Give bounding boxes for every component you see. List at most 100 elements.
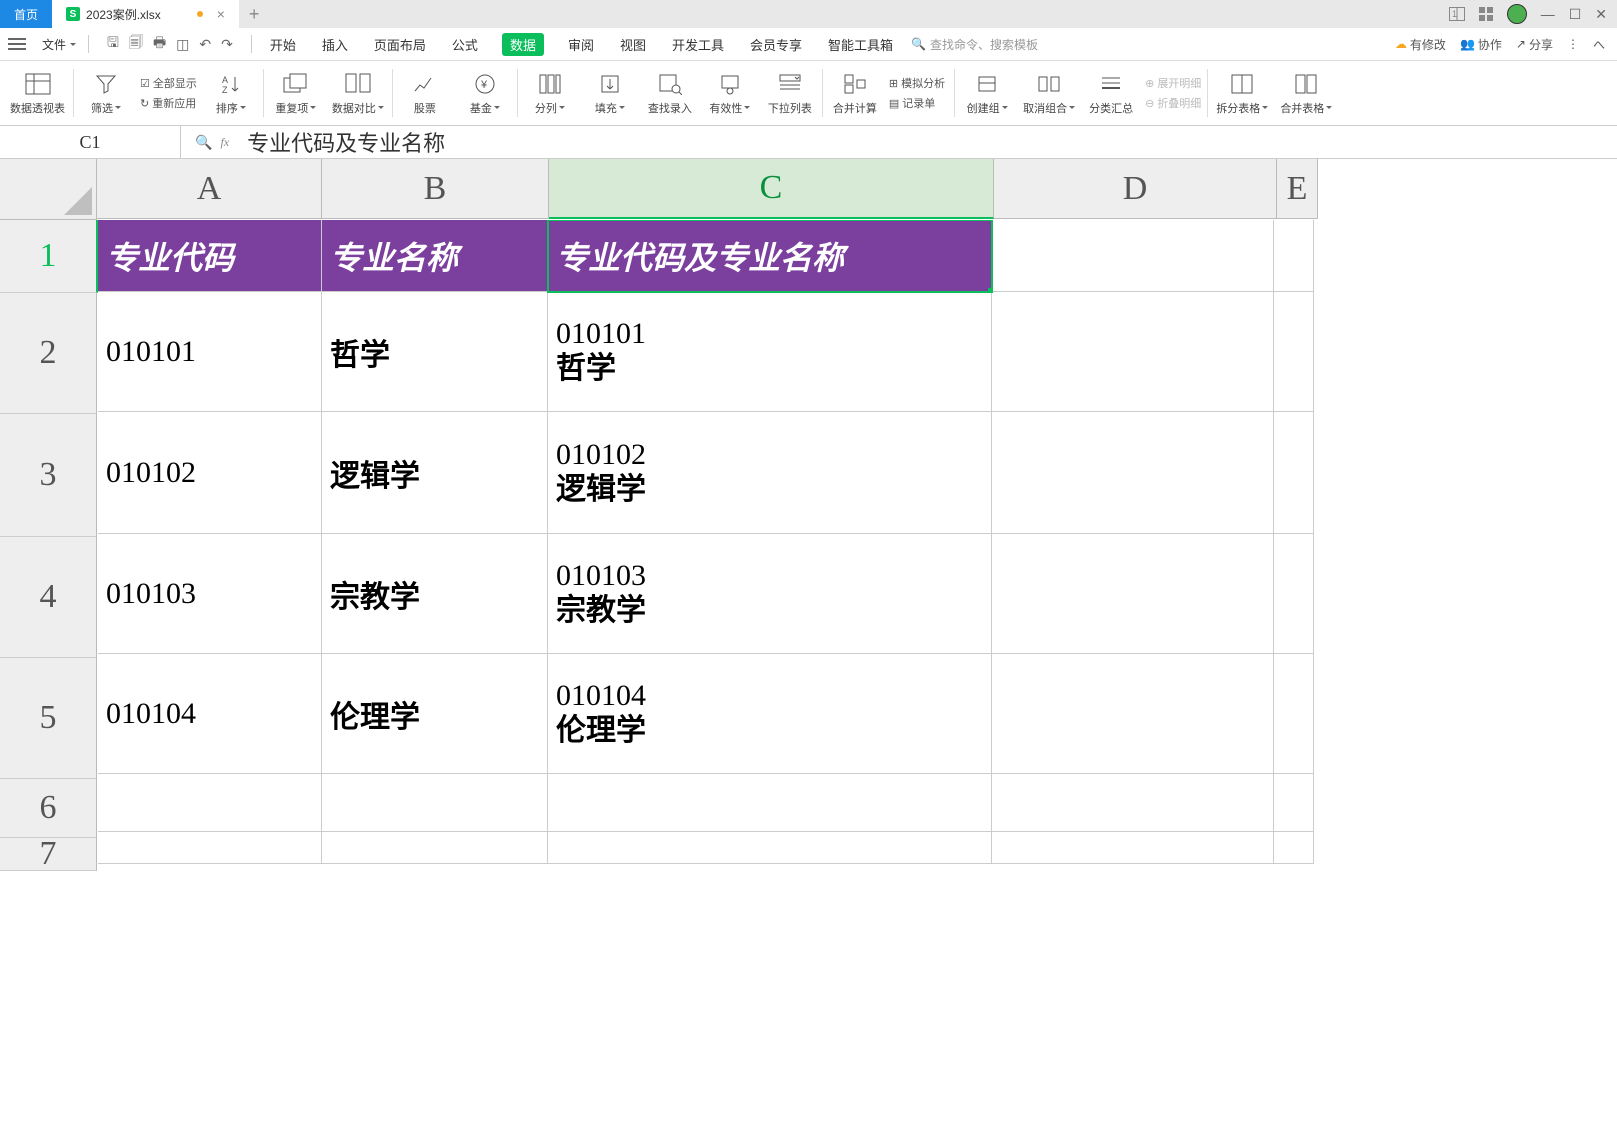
stock-button[interactable]: 股票 xyxy=(395,63,455,123)
cell-B3[interactable]: 逻辑学 xyxy=(322,412,548,534)
row-header-5[interactable]: 5 xyxy=(0,658,97,779)
column-header-A[interactable]: A xyxy=(97,159,322,219)
layout-icon[interactable]: 1 xyxy=(1449,7,1465,21)
subtotal-button[interactable]: 分类汇总 xyxy=(1081,63,1141,123)
cell-D3[interactable] xyxy=(992,412,1274,534)
menu-审阅[interactable]: 审阅 xyxy=(566,33,596,56)
menu-智能工具箱[interactable]: 智能工具箱 xyxy=(826,33,895,56)
sort-button[interactable]: AZ 排序 xyxy=(201,63,261,123)
row-header-6[interactable]: 6 xyxy=(0,779,97,838)
cell-E6[interactable] xyxy=(1274,774,1314,832)
column-header-E[interactable]: E xyxy=(1277,159,1318,219)
cell-C7[interactable] xyxy=(548,832,992,864)
window-close-icon[interactable]: ✕ xyxy=(1595,6,1607,23)
fund-button[interactable]: ¥ 基金 xyxy=(455,63,515,123)
more-icon[interactable]: ⋮ xyxy=(1567,37,1579,51)
split-sheet-button[interactable]: 拆分表格 xyxy=(1210,63,1274,123)
column-header-B[interactable]: B xyxy=(322,159,549,219)
cell-D7[interactable] xyxy=(992,832,1274,864)
cell-E5[interactable] xyxy=(1274,654,1314,774)
cell-A6[interactable] xyxy=(98,774,322,832)
menu-开始[interactable]: 开始 xyxy=(268,33,298,56)
cell-A1[interactable]: 专业代码 xyxy=(98,220,322,292)
row-header-4[interactable]: 4 xyxy=(0,537,97,658)
name-box[interactable]: C1 xyxy=(0,126,181,158)
fx-icon[interactable]: fx xyxy=(220,135,229,150)
save-as-icon[interactable]: 🗐 xyxy=(129,32,143,56)
tab-close-icon[interactable]: × xyxy=(217,6,225,22)
text-to-columns-button[interactable]: 分列 xyxy=(520,63,580,123)
cell-B6[interactable] xyxy=(322,774,548,832)
cell-A7[interactable] xyxy=(98,832,322,864)
ungroup-button[interactable]: 取消组合 xyxy=(1017,63,1081,123)
menu-页面布局[interactable]: 页面布局 xyxy=(372,33,428,56)
cell-E4[interactable] xyxy=(1274,534,1314,654)
print-preview-icon[interactable]: ◫ xyxy=(176,36,189,53)
cell-A4[interactable]: 010103 xyxy=(98,534,322,654)
apps-icon[interactable] xyxy=(1479,7,1493,21)
row-header-2[interactable]: 2 xyxy=(0,293,97,414)
cell-D1[interactable] xyxy=(992,220,1274,292)
column-header-C[interactable]: C xyxy=(549,159,994,219)
cell-B5[interactable]: 伦理学 xyxy=(322,654,548,774)
cell-B1[interactable]: 专业名称 xyxy=(322,220,548,292)
cell-B7[interactable] xyxy=(322,832,548,864)
cell-E1[interactable] xyxy=(1274,220,1314,292)
tab-add[interactable]: + xyxy=(239,0,270,28)
cell-C3[interactable]: 010102逻辑学 xyxy=(548,412,992,534)
menu-数据[interactable]: 数据 xyxy=(502,33,544,56)
consolidate-button[interactable]: 合并计算 xyxy=(825,63,885,123)
cell-C1[interactable]: 专业代码及专业名称 xyxy=(548,220,992,292)
pivot-table-button[interactable]: 数据透视表 xyxy=(4,63,71,123)
filter-button[interactable]: 筛选 xyxy=(76,63,136,123)
print-icon[interactable]: 🖶 xyxy=(153,32,166,56)
row-header-3[interactable]: 3 xyxy=(0,414,97,537)
cell-D2[interactable] xyxy=(992,292,1274,412)
validity-button[interactable]: 有效性 xyxy=(700,63,760,123)
undo-icon[interactable]: ↶ xyxy=(199,36,211,53)
select-all-corner[interactable] xyxy=(0,159,97,220)
cell-C2[interactable]: 010101哲学 xyxy=(548,292,992,412)
data-form-button[interactable]: ▤ 记录单 xyxy=(889,95,948,111)
cell-B4[interactable]: 宗教学 xyxy=(322,534,548,654)
group-button[interactable]: 创建组 xyxy=(957,63,1017,123)
redo-icon[interactable]: ↷ xyxy=(221,36,233,53)
duplicates-button[interactable]: 重复项 xyxy=(266,63,326,123)
row-header-7[interactable]: 7 xyxy=(0,838,97,871)
formula-input[interactable]: 专业代码及专业名称 xyxy=(243,126,1617,158)
menu-视图[interactable]: 视图 xyxy=(618,33,648,56)
zoom-icon[interactable]: 🔍 xyxy=(195,134,212,151)
show-all-button[interactable]: ☑ 全部显示 xyxy=(140,75,197,91)
dropdown-list-button[interactable]: 下拉列表 xyxy=(760,63,820,123)
cell-D4[interactable] xyxy=(992,534,1274,654)
cell-A2[interactable]: 010101 xyxy=(98,292,322,412)
cell-E2[interactable] xyxy=(1274,292,1314,412)
data-compare-button[interactable]: 数据对比 xyxy=(326,63,390,123)
cell-A3[interactable]: 010102 xyxy=(98,412,322,534)
hamburger-icon[interactable] xyxy=(6,38,28,50)
save-icon[interactable]: 🖫 xyxy=(107,32,119,56)
cell-E7[interactable] xyxy=(1274,832,1314,864)
command-search[interactable]: 🔍 查找命令、搜索模板 xyxy=(911,36,1038,53)
menu-插入[interactable]: 插入 xyxy=(320,33,350,56)
cell-A5[interactable]: 010104 xyxy=(98,654,322,774)
reapply-button[interactable]: ↻ 重新应用 xyxy=(140,95,197,111)
cells-area[interactable]: 专业代码专业名称专业代码及专业名称010101哲学010101哲学010102逻… xyxy=(98,220,1314,1145)
tab-file-active[interactable]: S 2023案例.xlsx × xyxy=(52,0,239,28)
ribbon-toggle-icon[interactable]: へ xyxy=(1593,36,1605,53)
window-maximize-icon[interactable]: ☐ xyxy=(1569,6,1582,23)
collaborate-button[interactable]: 👥协作 xyxy=(1460,36,1502,53)
row-header-1[interactable]: 1 xyxy=(0,220,98,293)
user-avatar[interactable] xyxy=(1507,4,1527,24)
window-minimize-icon[interactable]: — xyxy=(1541,6,1555,22)
cell-E3[interactable] xyxy=(1274,412,1314,534)
menu-公式[interactable]: 公式 xyxy=(450,33,480,56)
share-button[interactable]: ↗分享 xyxy=(1516,36,1553,53)
merge-sheet-button[interactable]: 合并表格 xyxy=(1274,63,1338,123)
fill-button[interactable]: 填充 xyxy=(580,63,640,123)
cell-B2[interactable]: 哲学 xyxy=(322,292,548,412)
cell-C5[interactable]: 010104伦理学 xyxy=(548,654,992,774)
menu-会员专享[interactable]: 会员专享 xyxy=(748,33,804,56)
find-entry-button[interactable]: 查找录入 xyxy=(640,63,700,123)
menu-开发工具[interactable]: 开发工具 xyxy=(670,33,726,56)
